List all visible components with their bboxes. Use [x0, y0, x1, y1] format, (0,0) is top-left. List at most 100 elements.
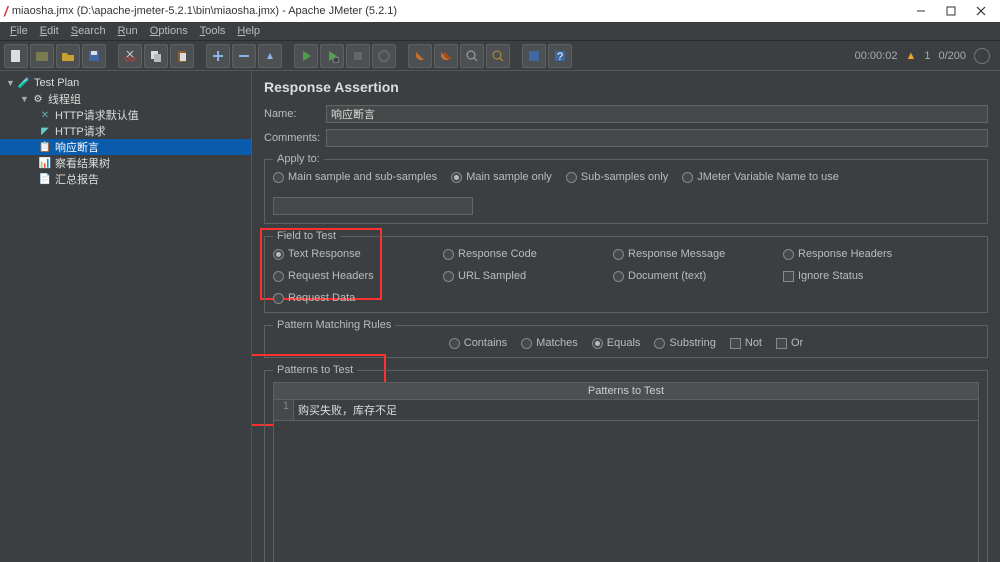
name-label: Name:: [264, 108, 320, 120]
match-substring[interactable]: Substring: [654, 337, 715, 349]
menu-edit[interactable]: Edit: [34, 23, 65, 39]
comments-input[interactable]: [326, 129, 988, 147]
save-icon[interactable]: [82, 44, 106, 68]
close-button[interactable]: [966, 0, 996, 22]
chevron-down-icon[interactable]: ▼: [20, 94, 28, 104]
tree-http-defaults[interactable]: ✕ HTTP请求默认值: [0, 107, 251, 123]
paste-icon[interactable]: [170, 44, 194, 68]
tree-http-request[interactable]: ◤ HTTP请求: [0, 123, 251, 139]
start-icon[interactable]: [294, 44, 318, 68]
match-fieldset: Pattern Matching Rules Contains Matches …: [264, 319, 988, 358]
field-request-data[interactable]: Request Data: [273, 292, 443, 304]
field-response-code[interactable]: Response Code: [443, 248, 613, 260]
comments-label: Comments:: [264, 132, 320, 144]
toolbar: ? 00:00:02 ▲ 1 0/200: [0, 41, 1000, 71]
name-row: Name:: [264, 105, 988, 123]
patterns-legend: Patterns to Test: [273, 364, 357, 376]
patterns-row-1[interactable]: 1 购买失败，库存不足: [273, 400, 979, 421]
svg-text:?: ?: [557, 51, 563, 63]
collapse-icon[interactable]: [232, 44, 256, 68]
apply-legend: Apply to:: [273, 153, 324, 165]
match-legend: Pattern Matching Rules: [273, 319, 395, 331]
tree-response-assertion[interactable]: 📋 响应断言: [0, 139, 251, 155]
comments-row: Comments:: [264, 129, 988, 147]
help-icon[interactable]: ?: [548, 44, 572, 68]
match-options: Contains Matches Equals Substring Not Or: [273, 337, 979, 349]
tree-label: HTTP请求: [55, 123, 106, 139]
apply-fieldset: Apply to: Main sample and sub-samples Ma…: [264, 153, 988, 224]
field-document-text[interactable]: Document (text): [613, 270, 783, 282]
workspace: ▼ 🧪 Test Plan ▼ ⚙ 线程组 ✕ HTTP请求默认值 ◤ HTTP…: [0, 71, 1000, 562]
tree-label: 察看结果树: [55, 155, 110, 171]
tree-label: 响应断言: [55, 139, 99, 155]
gauge-icon[interactable]: [974, 48, 990, 64]
listener-icon: 📊: [38, 156, 52, 170]
field-legend: Field to Test: [273, 230, 340, 242]
page-title: Response Assertion: [264, 79, 988, 95]
menu-help[interactable]: Help: [231, 23, 266, 39]
toggle-icon[interactable]: [258, 44, 282, 68]
variable-name-input[interactable]: [273, 197, 473, 215]
start-noTimers-icon[interactable]: [320, 44, 344, 68]
stop-icon[interactable]: [346, 44, 370, 68]
reset-search-icon[interactable]: [486, 44, 510, 68]
elapsed-time: 00:00:02: [855, 50, 898, 62]
shutdown-icon[interactable]: [372, 44, 396, 68]
menu-tools[interactable]: Tools: [194, 23, 232, 39]
name-input[interactable]: [326, 105, 988, 123]
menu-options[interactable]: Options: [144, 23, 194, 39]
field-request-headers[interactable]: Request Headers: [273, 270, 443, 282]
menu-run[interactable]: Run: [112, 23, 144, 39]
sampler-icon: ◤: [38, 124, 52, 138]
tree-label: 汇总报告: [55, 171, 99, 187]
match-not[interactable]: Not: [730, 337, 762, 349]
warning-icon[interactable]: ▲: [905, 50, 916, 62]
chevron-down-icon[interactable]: ▼: [6, 78, 14, 88]
tree-root-label: Test Plan: [34, 77, 79, 89]
maximize-button[interactable]: [936, 0, 966, 22]
cut-icon[interactable]: [118, 44, 142, 68]
tree-root[interactable]: ▼ 🧪 Test Plan: [0, 75, 251, 91]
apply-main-only[interactable]: Main sample only: [451, 171, 552, 183]
function-helper-icon[interactable]: [522, 44, 546, 68]
match-equals[interactable]: Equals: [592, 337, 641, 349]
tree-label: 线程组: [48, 91, 81, 107]
tree-summary-report[interactable]: 📄 汇总报告: [0, 171, 251, 187]
field-url-sampled[interactable]: URL Sampled: [443, 270, 613, 282]
field-response-headers[interactable]: Response Headers: [783, 248, 953, 260]
field-response-message[interactable]: Response Message: [613, 248, 783, 260]
expand-icon[interactable]: [206, 44, 230, 68]
field-text-response[interactable]: Text Response: [273, 248, 443, 260]
apply-sub-only[interactable]: Sub-samples only: [566, 171, 668, 183]
apply-main-sub[interactable]: Main sample and sub-samples: [273, 171, 437, 183]
window-controls: [906, 0, 996, 22]
pattern-value[interactable]: 购买失败，库存不足: [294, 400, 978, 420]
field-options: Text Response Response Code Response Mes…: [273, 248, 979, 304]
clear-icon[interactable]: [408, 44, 432, 68]
tree-panel[interactable]: ▼ 🧪 Test Plan ▼ ⚙ 线程组 ✕ HTTP请求默认值 ◤ HTTP…: [0, 71, 252, 562]
search-icon[interactable]: [460, 44, 484, 68]
titlebar: / miaosha.jmx (D:\apache-jmeter-5.2.1\bi…: [0, 0, 1000, 22]
menu-search[interactable]: Search: [65, 23, 112, 39]
config-icon: ✕: [38, 108, 52, 122]
copy-icon[interactable]: [144, 44, 168, 68]
row-number: 1: [274, 400, 294, 420]
minimize-button[interactable]: [906, 0, 936, 22]
clear-all-icon[interactable]: [434, 44, 458, 68]
flask-icon: 🧪: [17, 76, 31, 90]
tree-results-tree[interactable]: 📊 察看结果树: [0, 155, 251, 171]
match-or[interactable]: Or: [776, 337, 803, 349]
match-contains[interactable]: Contains: [449, 337, 507, 349]
open-icon[interactable]: [56, 44, 80, 68]
report-icon: 📄: [38, 172, 52, 186]
match-matches[interactable]: Matches: [521, 337, 578, 349]
apply-variable[interactable]: JMeter Variable Name to use: [682, 171, 839, 183]
patterns-body[interactable]: [273, 421, 979, 562]
field-ignore-status[interactable]: Ignore Status: [783, 270, 953, 282]
menu-file[interactable]: File: [4, 23, 34, 39]
menubar: File Edit Search Run Options Tools Help: [0, 22, 1000, 41]
warning-count: 1: [924, 50, 930, 62]
templates-icon[interactable]: [30, 44, 54, 68]
new-icon[interactable]: [4, 44, 28, 68]
tree-thread-group[interactable]: ▼ ⚙ 线程组: [0, 91, 251, 107]
